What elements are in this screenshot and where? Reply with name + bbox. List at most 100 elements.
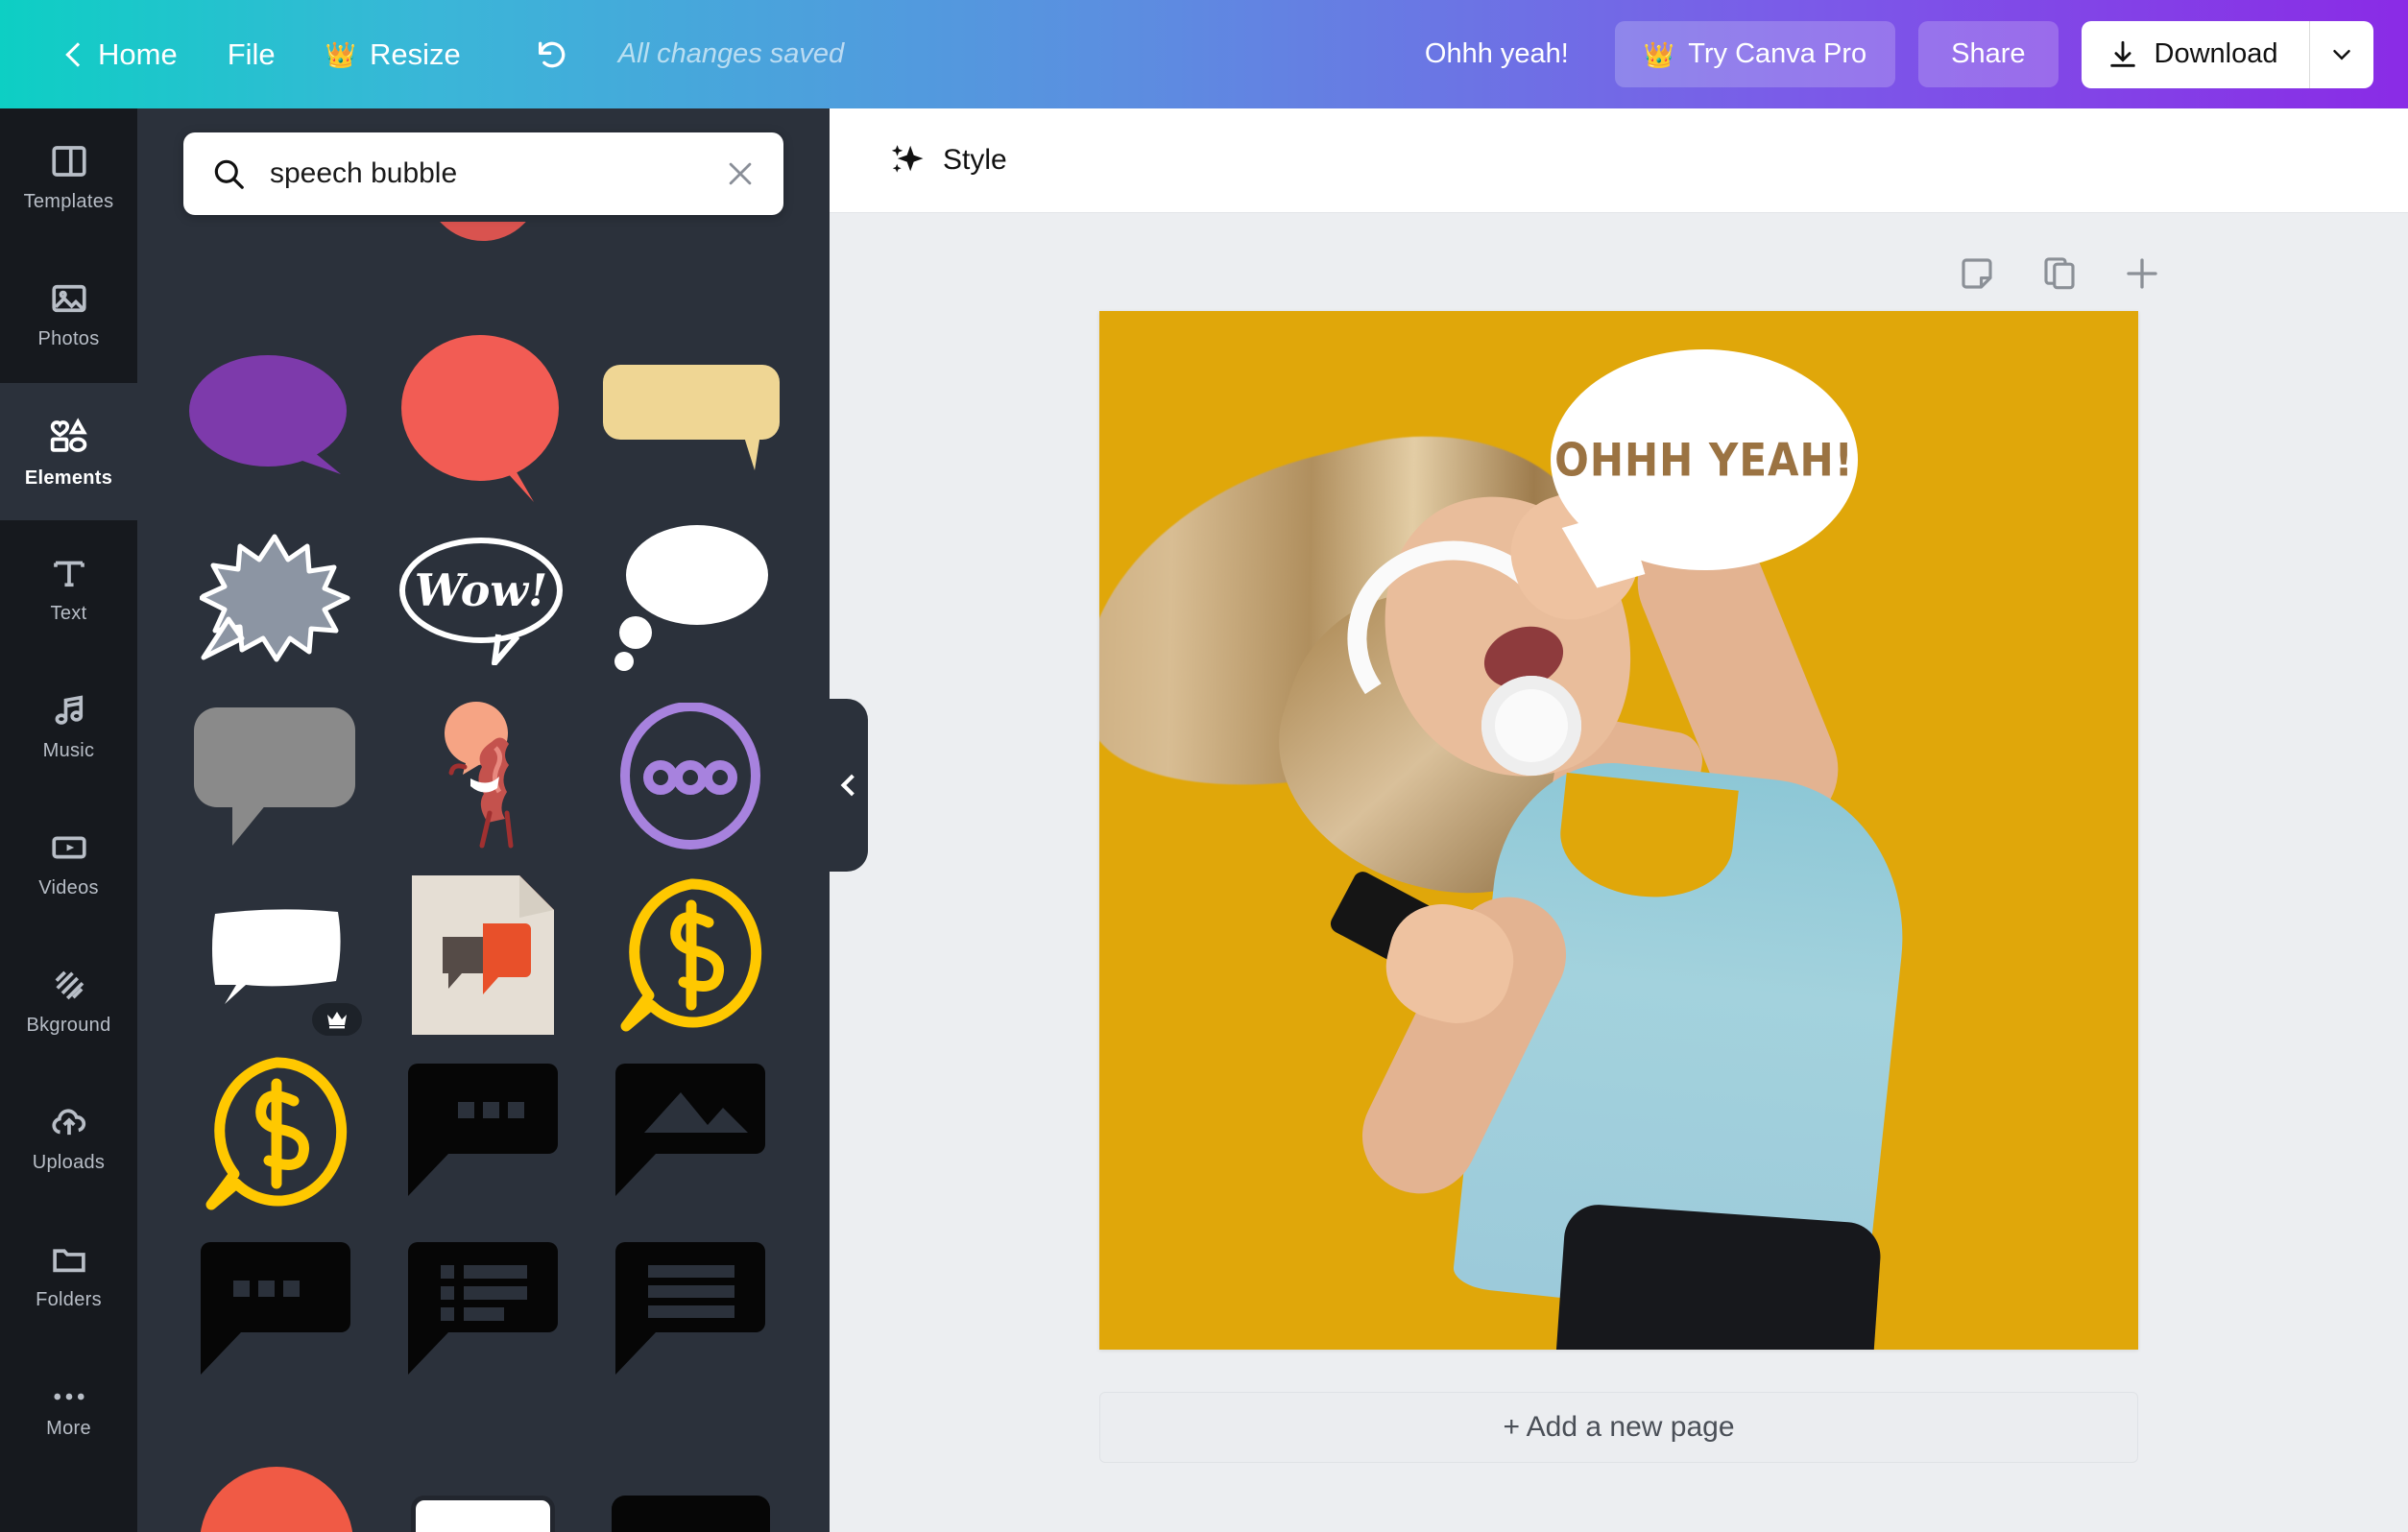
white-brush-speech-bubble-icon [211,909,341,1004]
page-tools [830,213,2408,296]
try-canva-pro-button[interactable]: 👑 Try Canva Pro [1614,21,1896,87]
left-sidebar: Templates Photos Elements Text Music Vid… [0,108,137,1532]
black-ellipsis-speech-bubble-icon [407,1064,558,1196]
element-result-item[interactable] [597,343,783,496]
search-input[interactable] [270,157,724,190]
add-new-page-button[interactable]: + Add a new page [1099,1392,2138,1463]
file-label: File [227,36,276,71]
style-label: Style [943,144,1007,176]
element-result-item[interactable] [391,700,577,853]
share-button[interactable]: Share [1918,21,2059,87]
duplicate-page-button[interactable] [2037,251,2082,296]
sidebar-item-background[interactable]: Bkground [0,932,137,1069]
sidebar-item-label: Folders [36,1289,102,1310]
element-result-item[interactable] [391,1414,577,1532]
collapse-panel-button[interactable] [830,699,868,872]
sidebar-item-music[interactable]: Music [0,658,137,795]
sidebar-item-folders[interactable]: Folders [0,1207,137,1344]
element-result-item[interactable] [597,1414,783,1532]
sidebar-item-label: Templates [23,191,114,212]
undo-button[interactable] [517,26,590,84]
background-icon [55,970,84,1000]
elements-results-grid[interactable]: Wow! [137,222,830,1532]
notes-button[interactable] [1955,251,1999,296]
more-dots-icon [53,1393,84,1400]
yellow-dollar-speech-bubble-icon [205,1056,348,1209]
text-icon [53,561,84,587]
add-page-icon [2127,258,2157,289]
sidebar-item-photos[interactable]: Photos [0,246,137,383]
element-result-item[interactable] [391,222,577,318]
element-result-item[interactable] [597,222,783,318]
document-chat-illustration-icon [412,875,555,1035]
bacon-character-speech-bubble-icon [445,702,514,849]
sidebar-item-text[interactable]: Text [0,520,137,658]
black-image-speech-bubble-icon [614,1064,765,1196]
element-result-item[interactable] [597,1235,783,1389]
black-lines-speech-bubble-icon [614,1242,765,1375]
design-canvas[interactable]: OHHH YEAH! [1099,311,2138,1350]
download-button[interactable]: Download [2082,21,2309,88]
sidebar-item-uploads[interactable]: Uploads [0,1069,137,1207]
element-result-item[interactable]: Wow! [391,521,577,675]
element-result-item[interactable] [597,521,783,675]
element-result-item[interactable] [183,1056,370,1210]
element-result-item[interactable] [391,1057,577,1210]
search-icon [214,159,244,189]
crown-icon [326,1012,347,1029]
photo-headphone-earcup [1481,676,1581,776]
element-result-item[interactable] [183,1235,370,1389]
notes-icon [1962,258,1992,289]
black-list-speech-bubble-icon [407,1242,558,1375]
sidebar-item-templates[interactable]: Templates [0,108,137,246]
sidebar-item-label: Elements [24,467,113,489]
speech-bubble-element[interactable]: OHHH YEAH! [1551,349,1858,570]
element-result-item[interactable] [183,222,370,318]
photos-icon [51,284,86,313]
element-result-item[interactable] [183,700,370,853]
chevron-left-icon [63,44,84,65]
red-circle-partial [425,222,542,241]
sparkle-icon [891,145,924,173]
element-result-item[interactable] [391,334,577,502]
red-round-speech-bubble-icon [401,334,560,502]
elements-panel: Wow! [137,108,830,1532]
black-rounded-bubble-partial [611,1496,770,1532]
home-button[interactable]: Home [38,26,203,84]
sidebar-item-more[interactable]: More [0,1344,137,1481]
resize-button[interactable]: 👑 Resize [301,26,486,84]
crown-icon: 👑 [1643,39,1675,69]
clear-search-button[interactable] [724,157,757,190]
download-options-button[interactable] [2310,21,2373,88]
element-result-item[interactable] [183,343,370,496]
element-result-item[interactable] [391,875,577,1035]
document-title[interactable]: Ohhh yeah! [1404,27,1590,82]
add-page-button[interactable] [2120,251,2164,296]
tan-rounded-speech-bubble-icon [603,365,781,470]
style-button[interactable]: Style [872,131,1024,190]
element-result-item[interactable] [183,521,370,675]
undo-icon [538,41,566,67]
sidebar-item-label: Bkground [26,1015,111,1036]
element-result-item[interactable] [183,878,370,1036]
sidebar-item-videos[interactable]: Videos [0,795,137,932]
editor-stage: Style OHHH YEAH! + Add a new page [830,108,2408,1532]
photo-jeans [1554,1202,1883,1350]
top-toolbar: Home File 👑 Resize All changes saved Ohh… [0,0,2408,108]
try-pro-label: Try Canva Pro [1688,38,1867,69]
sidebar-item-label: Photos [37,328,100,349]
crown-icon: 👑 [325,39,357,69]
duplicate-page-icon [2044,257,2075,290]
sidebar-item-elements[interactable]: Elements [0,383,137,520]
search-bar [183,132,783,215]
chevron-left-icon [840,774,862,797]
element-result-item[interactable] [597,700,783,853]
element-result-item[interactable] [597,1057,783,1210]
canvas-wrapper: OHHH YEAH! [830,311,2408,1350]
element-result-item[interactable] [183,1414,370,1532]
yellow-dollar-speech-bubble-icon [620,877,761,1031]
file-menu-button[interactable]: File [203,26,301,84]
sidebar-item-label: Videos [38,877,99,898]
element-result-item[interactable] [391,1235,577,1389]
element-result-item[interactable] [597,877,783,1032]
